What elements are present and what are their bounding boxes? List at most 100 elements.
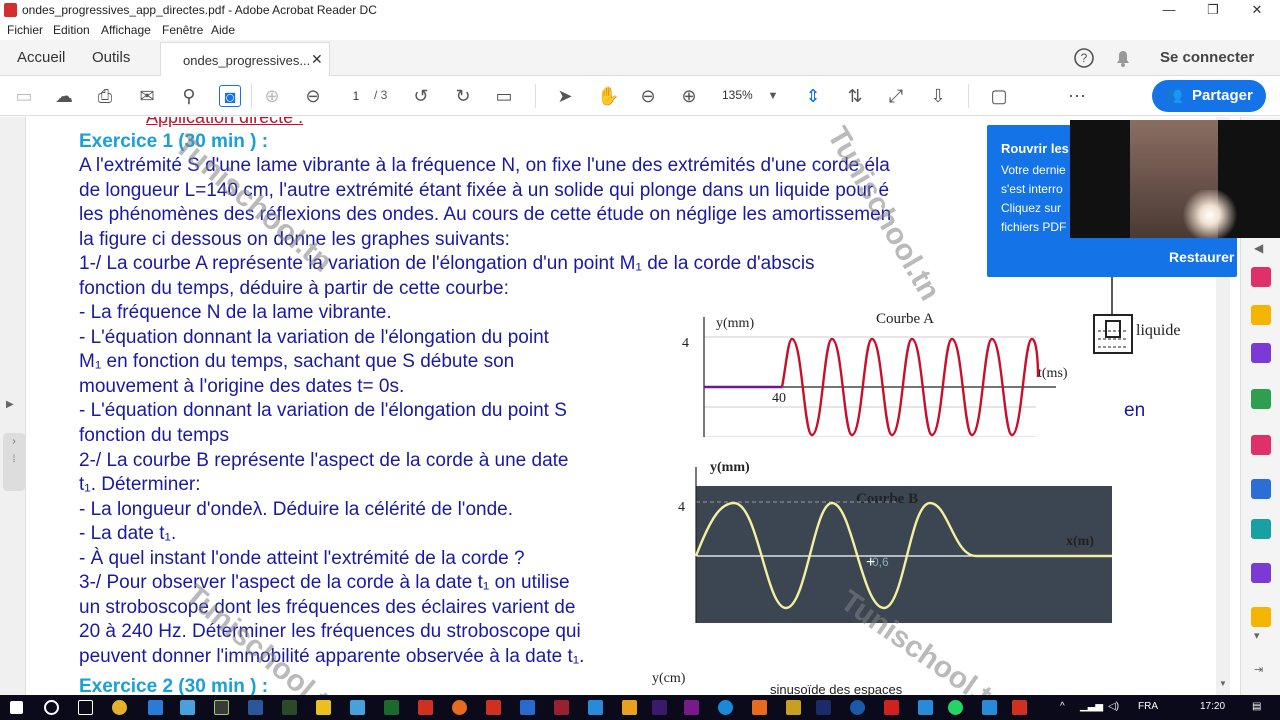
- chevron-down-icon[interactable]: ▼: [762, 85, 784, 107]
- language-indicator[interactable]: FRA: [1138, 701, 1158, 712]
- app-icon[interactable]: [350, 700, 365, 715]
- tab-document[interactable]: ondes_progressives... ✕: [160, 42, 330, 76]
- menu-file[interactable]: Fichier: [7, 23, 43, 37]
- scroll-mode-icon[interactable]: ⇅: [844, 85, 866, 107]
- page-view-icon[interactable]: ▭: [493, 85, 515, 107]
- messenger-icon[interactable]: [850, 700, 865, 715]
- sign-in-link[interactable]: Se connecter: [1160, 49, 1254, 66]
- print-icon[interactable]: ⎙: [94, 85, 116, 107]
- expand-left-icon[interactable]: ▶: [6, 399, 14, 410]
- file-explorer-icon[interactable]: [622, 700, 637, 715]
- menu-edit[interactable]: Edition: [53, 23, 90, 37]
- photoshop-icon[interactable]: [816, 700, 831, 715]
- zoom-level[interactable]: 135%: [722, 88, 753, 102]
- menu-help[interactable]: Aide: [211, 23, 235, 37]
- windows-start-icon[interactable]: [10, 701, 23, 714]
- more-tools-icon[interactable]: [1251, 607, 1271, 627]
- add-comment-icon[interactable]: [1251, 305, 1271, 325]
- more-options-icon[interactable]: ⋯: [1066, 85, 1088, 107]
- doc-line: fonction du temps: [79, 425, 229, 446]
- next-page-icon[interactable]: ⊖: [302, 85, 324, 107]
- network-icon[interactable]: ▁▃▅: [1080, 701, 1103, 712]
- app-icon[interactable]: [884, 700, 899, 715]
- compress-icon[interactable]: [1251, 389, 1271, 409]
- app-icon[interactable]: [316, 700, 331, 715]
- tab-tools[interactable]: Outils: [92, 49, 130, 66]
- maximize-button[interactable]: ❐: [1190, 0, 1236, 20]
- share-button[interactable]: 👥 Partager: [1152, 80, 1266, 112]
- rotate-ccw-icon[interactable]: ↺: [410, 85, 432, 107]
- clock[interactable]: 17:20: [1200, 701, 1225, 712]
- fullscreen-icon[interactable]: ⤢: [885, 85, 907, 107]
- whatsapp-icon[interactable]: [948, 700, 963, 715]
- chevron-down-icon[interactable]: ▾: [1254, 629, 1260, 642]
- app-icon[interactable]: [282, 700, 297, 715]
- app-icon[interactable]: [418, 700, 433, 715]
- zoom-search-icon[interactable]: ⚲: [178, 85, 200, 107]
- search-icon[interactable]: [44, 700, 59, 715]
- rotate-cw-icon[interactable]: ↻: [452, 85, 474, 107]
- popup-text: Votre dernie: [1001, 163, 1066, 177]
- send-files-icon[interactable]: [1251, 519, 1271, 539]
- settings-icon[interactable]: ⇥: [1254, 663, 1263, 676]
- app-icon[interactable]: [214, 700, 229, 715]
- restore-button[interactable]: Restaurer: [1169, 249, 1234, 265]
- tab-home[interactable]: Accueil: [17, 49, 65, 66]
- menu-window[interactable]: Fenêtre: [162, 23, 203, 37]
- download-icon[interactable]: ⇩: [927, 85, 949, 107]
- svg-text:?: ?: [1081, 51, 1088, 65]
- task-view-icon[interactable]: [78, 700, 93, 715]
- fill-sign-icon[interactable]: [1251, 563, 1271, 583]
- tray-chevron-icon[interactable]: ^: [1060, 701, 1065, 712]
- zoom-in-icon[interactable]: ⊕: [678, 85, 700, 107]
- app-icon[interactable]: [752, 700, 767, 715]
- close-window-button[interactable]: ✕: [1234, 0, 1280, 20]
- organize-pages-icon[interactable]: [1251, 343, 1271, 363]
- app-icon[interactable]: [786, 700, 801, 715]
- bell-icon[interactable]: [1113, 47, 1133, 69]
- menu-view[interactable]: Affichage: [101, 23, 151, 37]
- app-icon[interactable]: [588, 700, 603, 715]
- app-icon[interactable]: [554, 700, 569, 715]
- app-icon[interactable]: [148, 700, 163, 715]
- acrobat-taskbar-icon[interactable]: [1012, 700, 1027, 715]
- notifications-icon[interactable]: ▤: [1252, 701, 1261, 712]
- volume-icon[interactable]: ◁): [1108, 701, 1119, 712]
- collapse-right-panel-icon[interactable]: ◀: [1254, 241, 1263, 255]
- zoom-app-icon[interactable]: [982, 700, 997, 715]
- windows-taskbar: ^ ▁▃▅ ◁) FRA 17:20 ▤: [0, 695, 1280, 720]
- premiere-icon[interactable]: [652, 700, 667, 715]
- liquid-container-figure: [1093, 277, 1133, 354]
- comment-icon[interactable]: ▢: [988, 85, 1010, 107]
- chrome-icon[interactable]: [112, 700, 127, 715]
- previous-page-icon[interactable]: ⊕: [261, 85, 283, 107]
- export-pdf-icon[interactable]: [1251, 267, 1271, 287]
- upload-cloud-icon[interactable]: ☁: [53, 85, 75, 107]
- minimize-button[interactable]: —: [1146, 0, 1192, 20]
- select-cursor-icon[interactable]: ➤: [554, 85, 576, 107]
- word-icon[interactable]: [248, 700, 263, 715]
- help-icon[interactable]: ?: [1073, 47, 1095, 69]
- curve-a-title: Courbe A: [876, 311, 934, 327]
- save-icon[interactable]: ▭: [13, 85, 35, 107]
- firefox-icon[interactable]: [452, 700, 467, 715]
- edit-pdf-icon[interactable]: [1251, 435, 1271, 455]
- curve-a-ylabel: y(mm): [716, 316, 754, 331]
- close-tab-icon[interactable]: ✕: [311, 51, 323, 68]
- email-icon[interactable]: ✉: [136, 85, 158, 107]
- protect-shield-icon[interactable]: [1251, 479, 1271, 499]
- hand-tool-icon[interactable]: ✋: [597, 85, 619, 107]
- doc-line: un stroboscope dont les fréquences des é…: [79, 597, 576, 618]
- app-icon[interactable]: [180, 700, 195, 715]
- edge-icon[interactable]: [718, 700, 733, 715]
- zoom-out-icon[interactable]: ⊖: [637, 85, 659, 107]
- app-icon[interactable]: [684, 700, 699, 715]
- fit-page-icon[interactable]: ⇕: [802, 85, 824, 107]
- app-icon[interactable]: [384, 700, 399, 715]
- page-number-input[interactable]: 1: [340, 86, 372, 106]
- app-icon[interactable]: [918, 700, 933, 715]
- app-icon[interactable]: [486, 700, 501, 715]
- snapshot-icon[interactable]: ◙: [219, 85, 241, 107]
- app-icon[interactable]: [520, 700, 535, 715]
- panel-toggle-handle[interactable]: › ⁞: [3, 433, 25, 491]
